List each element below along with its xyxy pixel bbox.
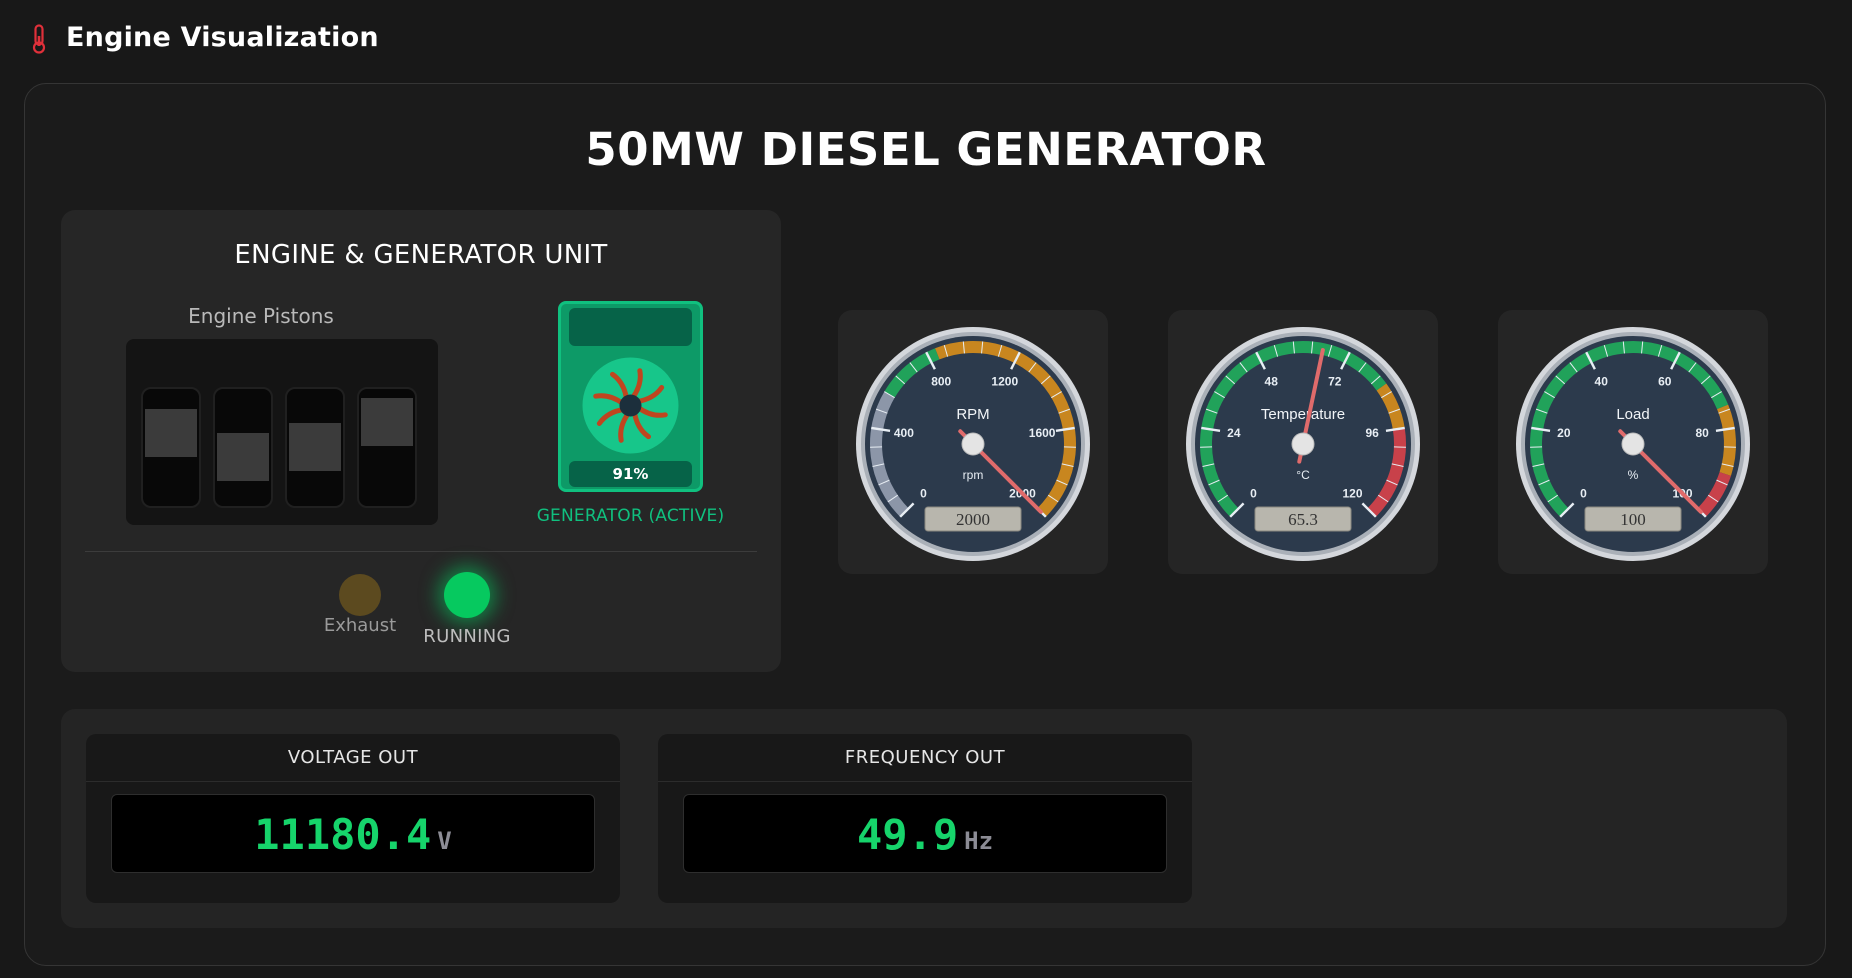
generator-load-percent: 91% [569,461,692,487]
piston-1 [145,409,197,457]
gauge-value: 100 [1620,510,1646,529]
gauge-tick-label: 96 [1365,426,1379,440]
gauge-tick-label: 24 [1227,426,1241,440]
divider [85,551,757,552]
frequency-display: 49.9 Hz [683,794,1167,873]
cylinder-3 [285,387,345,508]
voltage-unit: V [437,827,452,855]
voltage-display: 11180.4 V [111,794,595,873]
gauge-tick-label: 1600 [1029,426,1056,440]
gauge-tick-label: 800 [931,375,951,389]
thermometer-icon [32,24,46,54]
gauge-tick-label: 1200 [991,375,1018,389]
engine-generator-panel: ENGINE & GENERATOR UNIT Engine Pistons 9… [61,210,781,672]
gauge-label: Temperature [1261,406,1345,423]
gauge-tick-label: 72 [1328,375,1342,389]
gauge-tick-label: 400 [894,426,914,440]
exhaust-label: Exhaust [323,615,397,636]
generator-status-label: GENERATOR (ACTIVE) [536,506,725,526]
gauge-tick-label: 60 [1658,375,1672,389]
gauge-tick-label: 48 [1265,375,1279,389]
rpm-gauge: 0400800120016002000RPMrpm2000 [856,327,1090,561]
generator-block: 91% [558,301,703,492]
pistons-label: Engine Pistons [188,304,334,328]
gauge-tick-label: 40 [1595,375,1609,389]
voltage-title: VOLTAGE OUT [86,734,620,782]
page-title: 50MW DIESEL GENERATOR [585,123,1267,176]
gauge-unit: % [1628,468,1639,482]
piston-3 [289,423,341,471]
exhaust-indicator-light [339,574,381,616]
rpm-gauge-card: 0400800120016002000RPMrpm2000 [838,310,1108,574]
gauge-tick-label: 80 [1695,426,1709,440]
running-indicator-light [444,572,490,618]
gauge-hub [961,432,985,456]
gauge-label: Load [1616,406,1649,423]
gauge-hub [1291,432,1315,456]
app-title: Engine Visualization [66,22,379,53]
temperature-gauge-card: 0 24 48 72 96 120 Temperature °C 65.3 [1168,310,1438,574]
voltage-value: 11180.4 [254,810,432,859]
generator-header [569,308,692,346]
piston-4 [361,398,413,446]
gauge-tick-label: 20 [1557,426,1571,440]
cylinder-1 [141,387,201,508]
gauge-unit: rpm [963,468,984,482]
gauge-unit: °C [1296,468,1310,482]
gauge-tick-label: 0 [1250,486,1257,500]
top-bar: Engine Visualization [0,0,1852,80]
temperature-gauge: 0 24 48 72 96 120 Temperature °C 65.3 [1186,327,1420,561]
gauge-tick-label: 120 [1342,486,1362,500]
frequency-readout-card: FREQUENCY OUT 49.9 Hz [658,734,1192,903]
gauge-value: 2000 [956,510,990,529]
generator-rotor-icon [582,357,679,454]
gauge-tick-label: 0 [1580,486,1587,500]
frequency-title: FREQUENCY OUT [658,734,1192,782]
frequency-unit: Hz [964,827,994,855]
output-panel: VOLTAGE OUT 11180.4 V FREQUENCY OUT 49.9 H… [61,709,1787,928]
gauge-hub [1621,432,1645,456]
gauge-tick-label: 0 [920,486,927,500]
gauge-value: 65.3 [1288,510,1318,529]
load-gauge: 020406080100Load%100 [1516,327,1750,561]
piston-2 [217,433,269,481]
gauge-label: RPM [956,406,989,423]
cylinder-4 [357,387,417,508]
cylinder-2 [213,387,273,508]
voltage-readout-card: VOLTAGE OUT 11180.4 V [86,734,620,903]
unit-title: ENGINE & GENERATOR UNIT [234,240,608,270]
frequency-value: 49.9 [856,810,959,859]
load-gauge-card: 020406080100Load%100 [1498,310,1768,574]
running-label: RUNNING [423,626,511,647]
pistons-box [126,339,438,525]
